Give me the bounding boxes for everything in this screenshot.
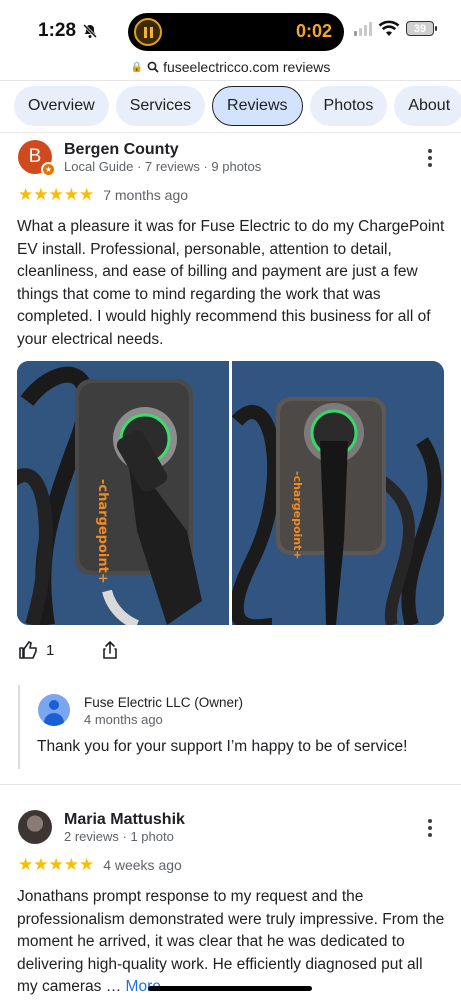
- lock-icon: 🔒: [130, 61, 144, 73]
- bell-slash-icon: [82, 23, 98, 39]
- pause-recording-icon[interactable]: [134, 18, 162, 46]
- tab-about[interactable]: About: [394, 86, 461, 126]
- tab-services[interactable]: Services: [115, 86, 206, 126]
- local-guide-badge-icon: ★: [41, 162, 56, 177]
- star-rating-icon: ★★★★★: [18, 855, 95, 874]
- more-options-icon[interactable]: [424, 149, 436, 167]
- owner-avatar: [38, 694, 70, 726]
- url-bar[interactable]: 🔒 fuseelectricco.com reviews: [0, 56, 461, 78]
- reviewer-name[interactable]: Maria Mattushik: [64, 811, 185, 829]
- more-options-icon[interactable]: [424, 819, 436, 837]
- review-time: 7 months ago: [103, 186, 189, 203]
- tab-bar: Overview Services Reviews Photos About: [14, 86, 461, 126]
- divider: [0, 784, 461, 785]
- status-bar: 1:28 0:02 39: [0, 0, 461, 56]
- owner-reply-text: Thank you for your support I’m happy to …: [37, 738, 408, 755]
- review-actions: 1: [18, 640, 120, 660]
- like-count: 1: [46, 641, 55, 659]
- tab-overview[interactable]: Overview: [14, 86, 109, 126]
- tab-reviews[interactable]: Reviews: [212, 86, 303, 126]
- tab-photos[interactable]: Photos: [309, 86, 388, 126]
- review-text: Jonathans prompt response to my request …: [17, 886, 447, 999]
- charger-photo-image: -chargepoint+: [17, 361, 229, 625]
- review-photo[interactable]: -chargepoint+: [17, 361, 229, 625]
- reviewer-avatar[interactable]: B ★: [18, 140, 56, 177]
- reviewer-meta: Local Guide · 7 reviews · 9 photos: [64, 159, 262, 174]
- share-icon[interactable]: [100, 640, 120, 660]
- owner-name: Fuse Electric LLC (Owner): [84, 695, 244, 710]
- charger-photo-image: -chargepoint+: [232, 361, 444, 625]
- star-rating-icon: ★★★★★: [18, 185, 95, 204]
- chargepoint-logo: -chargepoint+: [95, 479, 110, 584]
- owner-reply-time: 4 months ago: [84, 712, 163, 727]
- thumbs-up-icon[interactable]: [18, 640, 38, 660]
- dynamic-island[interactable]: 0:02: [128, 13, 344, 51]
- review-text-body: Jonathans prompt response to my request …: [17, 888, 445, 995]
- cellular-signal-icon: [354, 22, 372, 36]
- url-text: fuseelectricco.com reviews: [163, 59, 331, 75]
- divider: [0, 132, 461, 133]
- search-icon: [147, 61, 159, 73]
- recording-timer: 0:02: [295, 21, 332, 41]
- reviewer-name[interactable]: Bergen County: [64, 141, 179, 159]
- reply-divider: [18, 685, 20, 769]
- review-photo[interactable]: -chargepoint+: [232, 361, 444, 625]
- divider: [0, 80, 461, 81]
- home-indicator[interactable]: [148, 986, 312, 991]
- reviewer-avatar[interactable]: [18, 810, 52, 844]
- chargepoint-logo: -chargepoint+: [291, 471, 304, 560]
- review-rating: ★★★★★ 4 weeks ago: [18, 856, 182, 873]
- status-time: 1:28: [38, 20, 98, 42]
- review-time: 4 weeks ago: [103, 856, 182, 873]
- wifi-icon: [378, 20, 400, 36]
- review-text: What a pleasure it was for Fuse Electric…: [17, 218, 445, 348]
- review-rating: ★★★★★ 7 months ago: [18, 186, 188, 203]
- battery-icon: 39: [406, 21, 437, 36]
- reviewer-meta: 2 reviews · 1 photo: [64, 829, 174, 844]
